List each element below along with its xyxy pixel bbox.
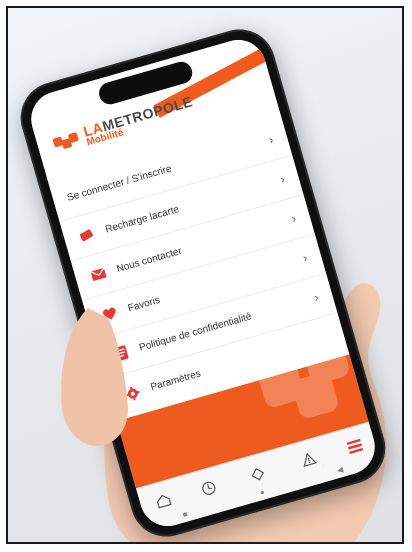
- nav-back-button[interactable]: ◀: [336, 464, 344, 474]
- ticket-icon: [247, 464, 267, 484]
- clock-icon: [198, 478, 218, 498]
- card-icon: [76, 224, 98, 246]
- menu-icon: [345, 436, 365, 456]
- mail-icon: [87, 263, 109, 285]
- warning-icon: [299, 449, 319, 469]
- home-icon: [153, 491, 173, 511]
- nav-home-button[interactable]: ●: [259, 487, 266, 497]
- nav-recent-button[interactable]: ■: [181, 509, 188, 519]
- photo-frame: LAMETROPOLE Mobilité Se connecter / S'in…: [6, 6, 404, 544]
- thumb-illustration: [61, 308, 128, 446]
- logo-mark-icon: [52, 132, 79, 149]
